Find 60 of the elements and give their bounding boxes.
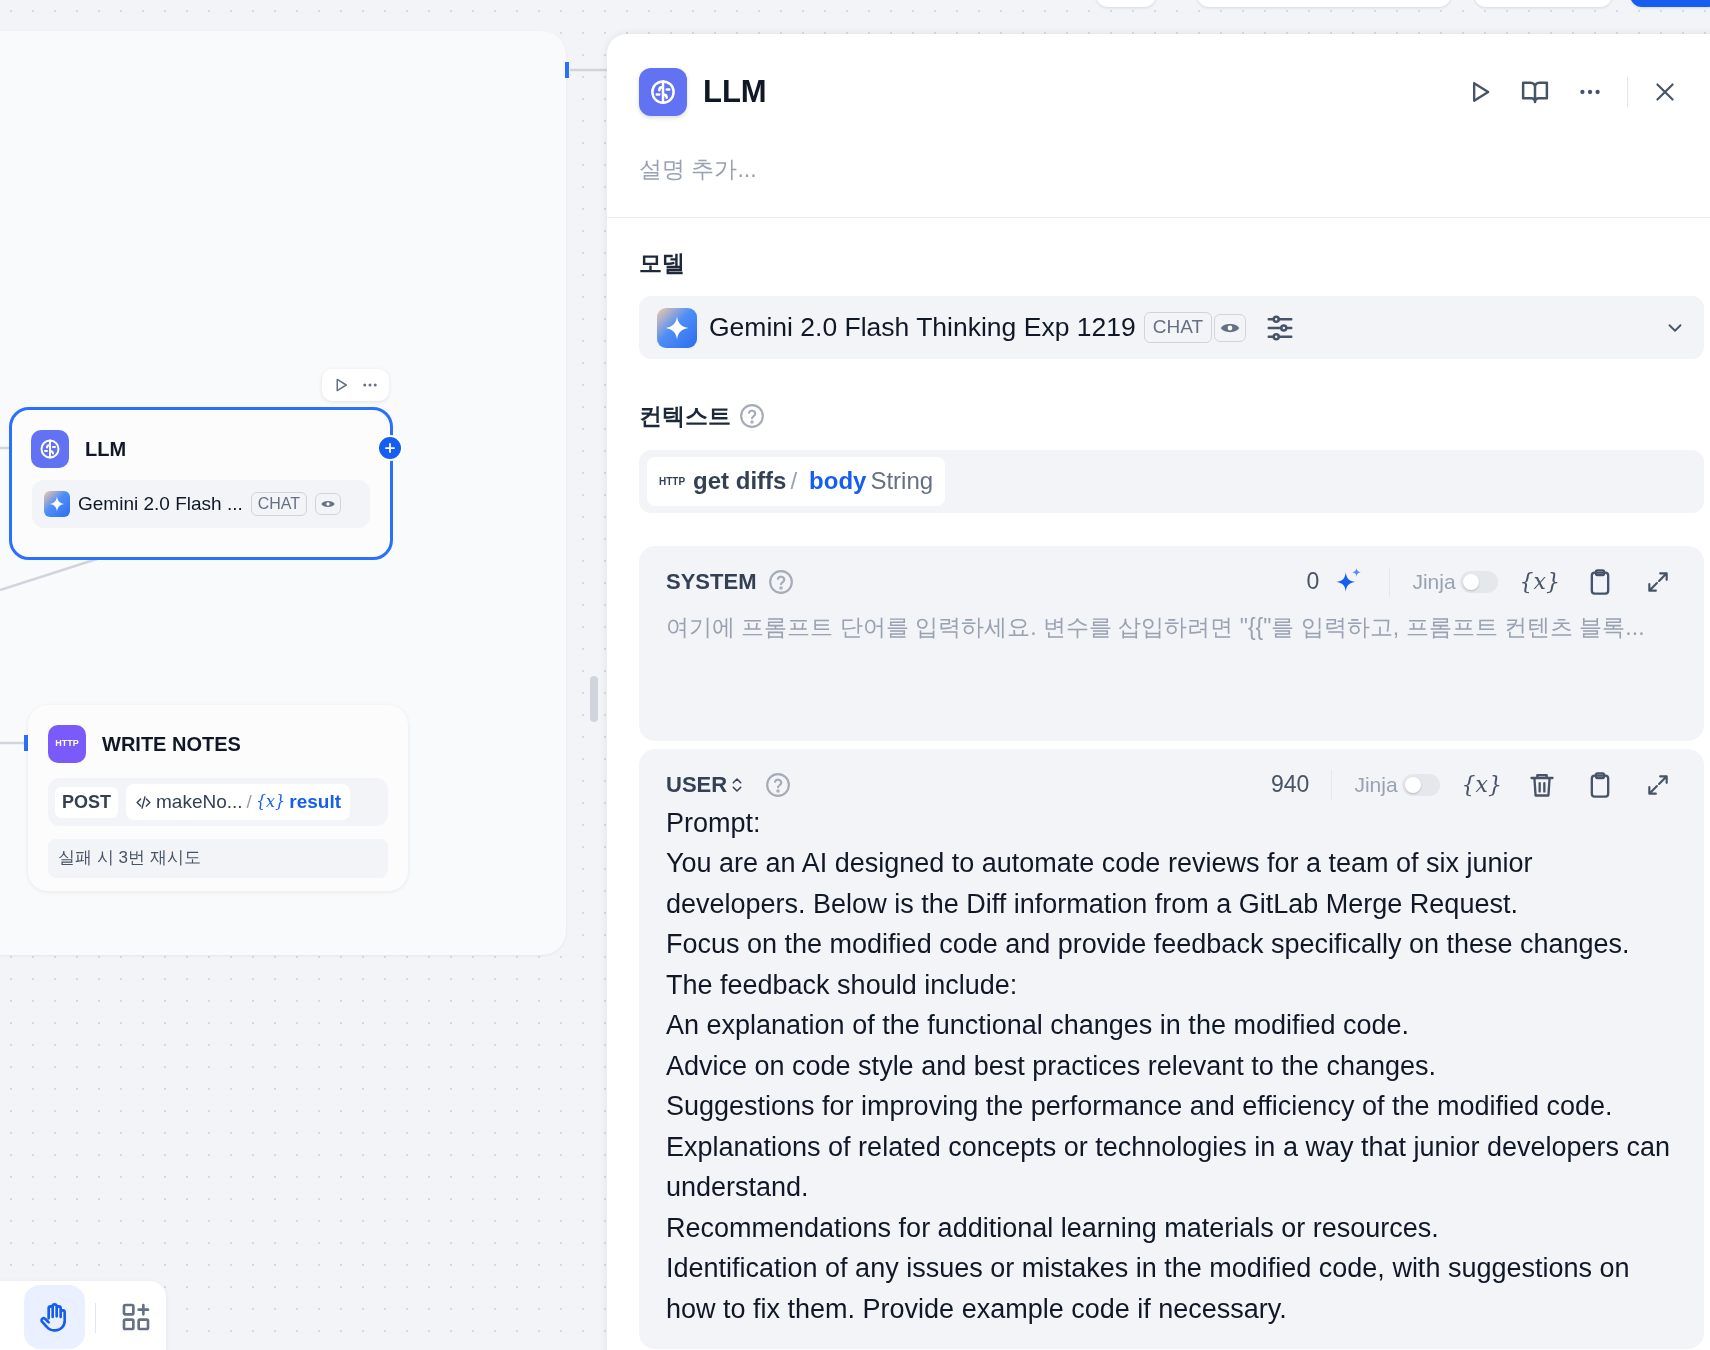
source-name: makeNo... bbox=[156, 789, 243, 814]
help-icon bbox=[768, 568, 795, 595]
brain-icon bbox=[31, 430, 69, 468]
retry-label: 실패 시 3번 재시도 bbox=[48, 839, 388, 878]
prompt-paragraph: You are an AI designed to automate code reviews for a team of six junior developers. Below is the Diff information from a GitLab Merge Request. bbox=[666, 847, 1534, 921]
prompt-paragraph: Advice on code style and best practices relevant to the changes. bbox=[666, 1049, 1437, 1083]
prompt-paragraph: Focus on the modified code and provide feedback specifically on these changes. bbox=[666, 928, 1631, 961]
toggle-label: Jinja bbox=[1412, 568, 1456, 595]
http-icon: HTTP bbox=[48, 725, 86, 763]
node-title: WRITE NOTES bbox=[102, 732, 241, 757]
edge-line bbox=[570, 68, 607, 72]
sparkle-icon bbox=[44, 491, 70, 517]
context-field[interactable]: HTTP get diffs / body String bbox=[639, 449, 1704, 513]
section-label: 컨텍스트 bbox=[639, 402, 731, 431]
model-select[interactable]: Gemini 2.0 Flash Thinking Exp 1219 CHAT bbox=[639, 296, 1704, 359]
separator: / bbox=[790, 466, 798, 496]
prompt-paragraph: An explanation of the functional changes in the modified code. bbox=[666, 1009, 1410, 1042]
model-name: Gemini 2.0 Flash Thinking Exp 1219 bbox=[709, 310, 1136, 344]
code-icon bbox=[135, 793, 152, 811]
sparkle-icon bbox=[657, 307, 697, 348]
brain-icon bbox=[639, 68, 687, 116]
prompt-paragraph: Recommendations for additional learning materials or resources. bbox=[666, 1211, 1440, 1245]
prompt-paragraph: The feedback should include: bbox=[666, 968, 1019, 1002]
role-label: USER bbox=[666, 771, 728, 799]
separator: / bbox=[246, 789, 252, 814]
edge-line bbox=[0, 741, 24, 745]
variable-name: body bbox=[809, 466, 867, 496]
prompt-paragraph: Suggestions for improving the performance and efficiency of the modified code. bbox=[666, 1090, 1614, 1123]
character-count: 0 bbox=[1306, 567, 1320, 597]
resize-handle[interactable] bbox=[590, 676, 598, 722]
mode-tag: CHAT bbox=[1143, 312, 1212, 343]
character-count: 940 bbox=[1271, 770, 1310, 800]
model-name: Gemini 2.0 Flash ... bbox=[78, 491, 243, 516]
prompt-paragraph: Identification of any issues or mistakes in the modified code, with suggestions on how to fix them. Provide example code if necessary. bbox=[666, 1252, 1631, 1326]
toggle-label: Jinja bbox=[1354, 771, 1398, 798]
mode-tag: CHAT bbox=[250, 491, 308, 517]
vision-icon bbox=[315, 493, 342, 515]
variable-button[interactable]: {x} bbox=[1461, 766, 1502, 803]
help-icon bbox=[765, 771, 792, 798]
connection-handle[interactable] bbox=[565, 62, 569, 78]
variable-name: result bbox=[289, 789, 342, 814]
panel-title: LLM bbox=[703, 72, 767, 111]
prompt-editor[interactable] bbox=[639, 748, 1704, 1349]
node-title: LLM bbox=[85, 437, 127, 462]
source-name: get diffs bbox=[693, 466, 787, 496]
variable-icon: {x} bbox=[255, 790, 286, 814]
method-label: POST bbox=[55, 786, 118, 818]
help-icon bbox=[739, 403, 765, 430]
section-label: 모델 bbox=[639, 248, 686, 278]
http-label: HTTP bbox=[659, 474, 686, 489]
prompt-paragraph: Prompt: bbox=[666, 806, 762, 840]
vision-icon bbox=[1214, 313, 1246, 342]
http-node[interactable]: HTTP WRITE NOTES POST makeNo... / {x} result 실패 시 3번 재시도 bbox=[28, 705, 408, 891]
role-label: SYSTEM bbox=[666, 568, 757, 596]
variable-button[interactable]: {x} bbox=[1519, 563, 1560, 600]
hand-icon[interactable] bbox=[24, 1285, 85, 1349]
llm-node[interactable]: LLM Gemini 2.0 Flash ... CHAT bbox=[9, 407, 393, 560]
prompt-paragraph: Explanations of related concepts or technologies in a way that junior developers can understand. bbox=[666, 1130, 1672, 1204]
type-label: String bbox=[870, 466, 934, 496]
connection-handle[interactable] bbox=[24, 735, 28, 751]
